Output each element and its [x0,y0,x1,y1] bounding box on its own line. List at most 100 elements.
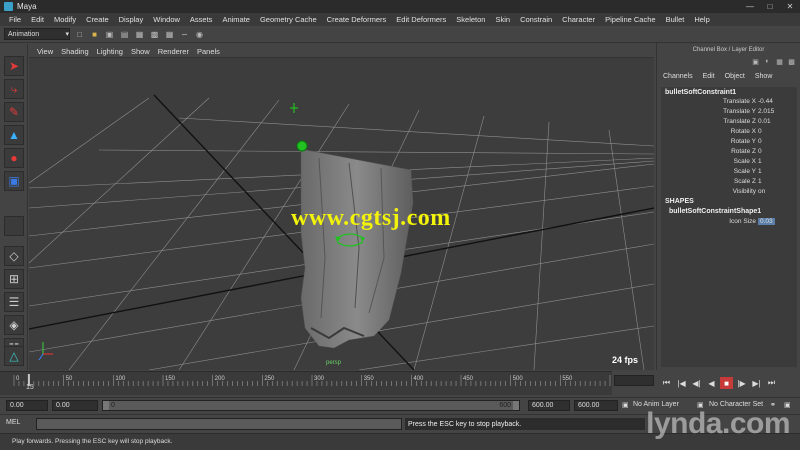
attribute-row[interactable]: Translate Z 0.01 [661,118,797,128]
viewport-menu-view[interactable]: View [33,47,57,56]
close-icon[interactable]: ✕ [780,0,800,13]
menu-assets[interactable]: Assets [185,15,218,24]
icon-size-row[interactable]: Icon Size 0.03 [661,218,797,228]
select-object-icon[interactable]: ▦ [134,29,145,40]
attribute-row[interactable]: Scale Y1 [661,168,797,178]
playback-end-field[interactable]: 600.00 [528,400,570,411]
time-tick-label: 50 [66,376,73,382]
viewport-menu-panels[interactable]: Panels [193,47,224,56]
attribute-row[interactable]: Translate Y 2.015 [661,108,797,118]
channel-box-layer-icon[interactable]: ▦ [775,57,784,66]
menu-edit-deformers[interactable]: Edit Deformers [391,15,451,24]
move-tool-icon[interactable]: ▲ [4,125,24,145]
range-slider[interactable]: 0 600 [102,400,520,411]
scale-tool-icon[interactable]: ▣ [4,171,24,191]
menu-character[interactable]: Character [557,15,600,24]
viewport-menu-renderer[interactable]: Renderer [154,47,193,56]
select-component-icon[interactable]: ▩ [149,29,160,40]
range-slider-right-handle[interactable] [513,401,519,410]
time-tick-label: 200 [215,376,226,382]
window-title: Maya [17,2,37,11]
paint-select-tool-icon[interactable]: ✎ [4,102,24,122]
step-back-frame-icon[interactable]: ◀| [690,377,703,389]
animation-start-field[interactable]: 0.00 [6,400,48,411]
attribute-row[interactable]: Rotate X0 [661,128,797,138]
channel-box-menu-channels[interactable]: Channels [663,73,693,80]
outliner-layout-icon[interactable]: ☰ [4,292,24,312]
new-scene-icon[interactable]: □ [74,29,85,40]
snap-curve-icon[interactable]: ∽ [179,29,190,40]
step-back-key-icon[interactable]: |◀ [675,377,688,389]
play-backwards-icon[interactable]: ◀ [705,377,718,389]
shapes-header: SHAPES [665,198,694,205]
save-scene-icon[interactable]: ▣ [104,29,115,40]
stop-playback-icon[interactable]: ■ [720,377,733,389]
open-scene-icon[interactable]: ■ [89,29,100,40]
rotate-tool-icon[interactable]: ● [4,148,24,168]
go-to-end-icon[interactable]: ⏭ [765,377,778,389]
menu-modify[interactable]: Modify [49,15,81,24]
attribute-row[interactable]: Rotate Y0 [661,138,797,148]
range-slider-left-handle[interactable] [103,401,109,410]
menu-bullet[interactable]: Bullet [661,15,690,24]
menu-edit[interactable]: Edit [26,15,49,24]
menu-create-deformers[interactable]: Create Deformers [322,15,392,24]
menu-file[interactable]: File [4,15,26,24]
playback-start-field[interactable]: 0.00 [52,400,98,411]
channel-box-menu-show[interactable]: Show [755,73,773,80]
four-pane-layout-icon[interactable]: ⊞ [4,269,24,289]
menu-help[interactable]: Help [689,15,714,24]
menu-skin[interactable]: Skin [490,15,515,24]
channel-box: Channel Box / Layer Editor ▣ ◐ ▦ ▩ Chann… [656,43,800,370]
attribute-row[interactable]: Scale Z1 [661,178,797,188]
maximize-icon[interactable]: □ [760,0,780,13]
current-frame-field[interactable] [614,375,654,386]
render-icon[interactable]: ◉ [194,29,205,40]
channel-box-attr-icon[interactable]: ◐ [763,57,772,66]
viewport-menu-show[interactable]: Show [127,47,154,56]
mel-label[interactable]: MEL [6,419,20,426]
shape-node-name[interactable]: bulletSoftConstraintShape1 [669,208,761,215]
channel-box-toggle-icon[interactable]: ▣ [751,57,760,66]
lasso-tool-icon[interactable]: ⤷ [4,79,24,99]
last-tool-icon[interactable] [4,216,24,236]
icon-size-field[interactable]: 0.03 [758,218,775,225]
attribute-row[interactable]: Translate X -0.44 [661,98,797,108]
single-pane-layout-icon[interactable]: ◇ [4,246,24,266]
anim-layer-icon[interactable]: ▣ [622,401,629,409]
menu-window[interactable]: Window [148,15,185,24]
viewport-menu-lighting[interactable]: Lighting [93,47,127,56]
attribute-row[interactable]: Rotate Z0 [661,148,797,158]
attribute-row[interactable]: Visibility on [661,188,797,198]
command-input[interactable] [36,418,402,430]
go-to-start-icon[interactable]: ⏮ [660,377,673,389]
perspective-viewport[interactable]: View Shading Lighting Show Renderer Pane… [29,45,654,370]
persp-graph-layout-icon[interactable]: ◈ [4,315,24,335]
channel-box-menu-edit[interactable]: Edit [703,73,715,80]
select-hierarchy-icon[interactable]: ▤ [119,29,130,40]
menu-constrain[interactable]: Constrain [515,15,557,24]
step-forward-key-icon[interactable]: ▶| [750,377,763,389]
attribute-row[interactable]: Scale X1 [661,158,797,168]
menu-set-dropdown[interactable]: Animation ▾ [4,28,70,40]
time-tick-label: 150 [165,376,176,382]
channel-box-tool-icon[interactable]: ▩ [787,57,796,66]
time-tick-label: 300 [314,376,325,382]
animation-end-field[interactable]: 600.00 [574,400,618,411]
selected-object-name[interactable]: bulletSoftConstraint1 [665,89,736,96]
menu-create[interactable]: Create [81,15,114,24]
channel-box-menu-object[interactable]: Object [725,73,745,80]
menu-geometry-cache[interactable]: Geometry Cache [255,15,322,24]
menu-pipeline-cache[interactable]: Pipeline Cache [600,15,660,24]
menu-animate[interactable]: Animate [217,15,255,24]
minimize-icon[interactable]: — [740,0,760,13]
step-forward-frame-icon[interactable]: |▶ [735,377,748,389]
snap-grid-icon[interactable]: ▦ [164,29,175,40]
time-slider[interactable]: 05010015020025030035040045050055060 15 [0,371,612,395]
viewport-menu-shading[interactable]: Shading [57,47,93,56]
select-tool-icon[interactable]: ➤ [4,56,24,76]
fps-readout: 24 fps [611,355,638,365]
menu-display[interactable]: Display [114,15,149,24]
bullet-shelf-icon[interactable]: △ [4,346,24,366]
menu-skeleton[interactable]: Skeleton [451,15,490,24]
